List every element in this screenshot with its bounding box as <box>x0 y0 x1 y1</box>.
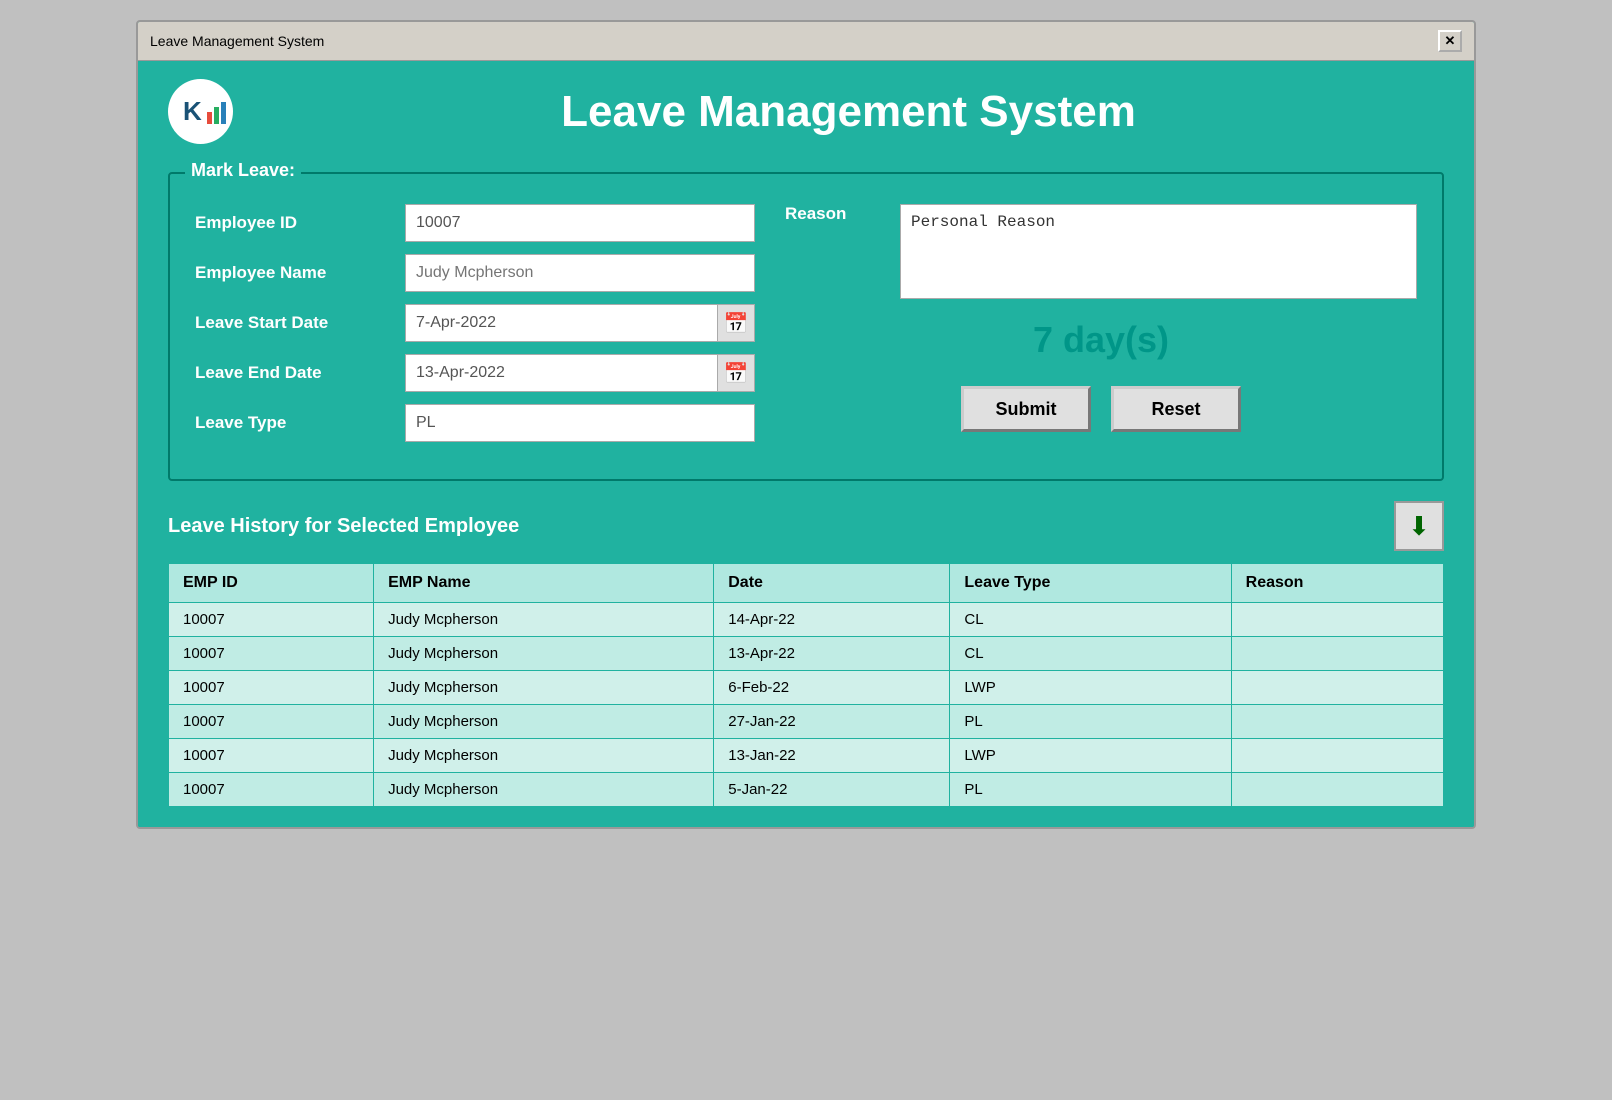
leave-type-row: Leave Type <box>195 404 755 442</box>
table-cell-leave_type: CL <box>950 603 1231 637</box>
col-date: Date <box>714 564 950 603</box>
table-cell-date: 14-Apr-22 <box>714 603 950 637</box>
days-display: 7 day(s) <box>785 319 1417 361</box>
main-content: Mark Leave: Employee ID Employee Name <box>138 162 1474 827</box>
export-button[interactable]: ⬇ <box>1394 501 1444 551</box>
close-button[interactable]: ✕ <box>1438 30 1462 52</box>
form-right: Reason Personal Reason 7 day(s) Submit R… <box>785 204 1417 454</box>
table-cell-date: 13-Jan-22 <box>714 739 950 773</box>
leave-start-label: Leave Start Date <box>195 313 405 333</box>
table-cell-date: 5-Jan-22 <box>714 773 950 807</box>
table-cell-emp_name: Judy Mcpherson <box>374 739 714 773</box>
employee-id-label: Employee ID <box>195 213 405 233</box>
table-cell-leave_type: PL <box>950 773 1231 807</box>
table-cell-reason <box>1231 671 1443 705</box>
leave-start-input[interactable] <box>405 304 717 342</box>
table-row: 10007Judy Mcpherson14-Apr-22CL <box>169 603 1444 637</box>
table-cell-emp_id: 10007 <box>169 603 374 637</box>
logo-svg: K <box>171 82 231 142</box>
table-row: 10007Judy Mcpherson6-Feb-22LWP <box>169 671 1444 705</box>
table-cell-emp_name: Judy Mcpherson <box>374 671 714 705</box>
employee-id-row: Employee ID <box>195 204 755 242</box>
app-header: K Leave Management System <box>138 61 1474 162</box>
reset-button[interactable]: Reset <box>1111 386 1241 432</box>
table-row: 10007Judy Mcpherson13-Jan-22LWP <box>169 739 1444 773</box>
leave-start-field: 📅 <box>405 304 755 342</box>
form-left: Employee ID Employee Name Leave Start Da… <box>195 204 755 454</box>
table-cell-emp_name: Judy Mcpherson <box>374 637 714 671</box>
main-window: Leave Management System ✕ K Leave Manage… <box>136 20 1476 829</box>
leave-end-input[interactable] <box>405 354 717 392</box>
table-cell-leave_type: CL <box>950 637 1231 671</box>
history-header: Leave History for Selected Employee ⬇ <box>168 501 1444 551</box>
form-body: Employee ID Employee Name Leave Start Da… <box>195 204 1417 454</box>
leave-start-row: Leave Start Date 📅 <box>195 304 755 342</box>
reason-label: Reason <box>785 204 885 224</box>
reason-textarea[interactable]: Personal Reason <box>900 204 1417 299</box>
table-cell-date: 13-Apr-22 <box>714 637 950 671</box>
table-cell-date: 6-Feb-22 <box>714 671 950 705</box>
table-cell-reason <box>1231 637 1443 671</box>
table-cell-date: 27-Jan-22 <box>714 705 950 739</box>
table-row: 10007Judy Mcpherson27-Jan-22PL <box>169 705 1444 739</box>
window-title: Leave Management System <box>150 33 324 49</box>
calendar-icon: 📅 <box>724 311 749 336</box>
leave-end-row: Leave End Date 📅 <box>195 354 755 392</box>
leave-end-label: Leave End Date <box>195 363 405 383</box>
leave-type-input[interactable] <box>405 404 755 442</box>
submit-button[interactable]: Submit <box>961 386 1091 432</box>
table-row: 10007Judy Mcpherson13-Apr-22CL <box>169 637 1444 671</box>
col-leave-type: Leave Type <box>950 564 1231 603</box>
history-section: Leave History for Selected Employee ⬇ EM… <box>168 501 1444 807</box>
table-cell-leave_type: PL <box>950 705 1231 739</box>
svg-text:K: K <box>183 96 202 126</box>
download-icon: ⬇ <box>1408 511 1430 542</box>
employee-id-input[interactable] <box>405 204 755 242</box>
col-emp-id: EMP ID <box>169 564 374 603</box>
col-reason: Reason <box>1231 564 1443 603</box>
app-title: Leave Management System <box>253 87 1444 137</box>
table-cell-emp_id: 10007 <box>169 637 374 671</box>
leave-end-field: 📅 <box>405 354 755 392</box>
table-header-row: EMP ID EMP Name Date Leave Type Reason <box>169 564 1444 603</box>
employee-name-row: Employee Name <box>195 254 755 292</box>
table-cell-emp_id: 10007 <box>169 773 374 807</box>
table-cell-emp_id: 10007 <box>169 739 374 773</box>
table-cell-reason <box>1231 739 1443 773</box>
history-table: EMP ID EMP Name Date Leave Type Reason 1… <box>168 563 1444 807</box>
mark-leave-section: Mark Leave: Employee ID Employee Name <box>168 172 1444 481</box>
table-cell-emp_id: 10007 <box>169 705 374 739</box>
table-cell-emp_name: Judy Mcpherson <box>374 603 714 637</box>
col-emp-name: EMP Name <box>374 564 714 603</box>
title-bar: Leave Management System ✕ <box>138 22 1474 61</box>
leave-start-calendar-button[interactable]: 📅 <box>717 304 755 342</box>
table-cell-leave_type: LWP <box>950 739 1231 773</box>
table-cell-emp_id: 10007 <box>169 671 374 705</box>
table-cell-reason <box>1231 773 1443 807</box>
employee-name-label: Employee Name <box>195 263 405 283</box>
table-row: 10007Judy Mcpherson5-Jan-22PL <box>169 773 1444 807</box>
logo: K <box>168 79 233 144</box>
table-cell-leave_type: LWP <box>950 671 1231 705</box>
reason-row: Reason Personal Reason <box>785 204 1417 299</box>
history-title: Leave History for Selected Employee <box>168 515 519 538</box>
table-cell-reason <box>1231 705 1443 739</box>
table-cell-reason <box>1231 603 1443 637</box>
action-buttons: Submit Reset <box>785 386 1417 432</box>
table-cell-emp_name: Judy Mcpherson <box>374 773 714 807</box>
leave-end-calendar-button[interactable]: 📅 <box>717 354 755 392</box>
mark-leave-title: Mark Leave: <box>185 160 301 181</box>
table-cell-emp_name: Judy Mcpherson <box>374 705 714 739</box>
employee-name-input[interactable] <box>405 254 755 292</box>
calendar-icon-2: 📅 <box>724 361 749 386</box>
leave-type-label: Leave Type <box>195 413 405 433</box>
